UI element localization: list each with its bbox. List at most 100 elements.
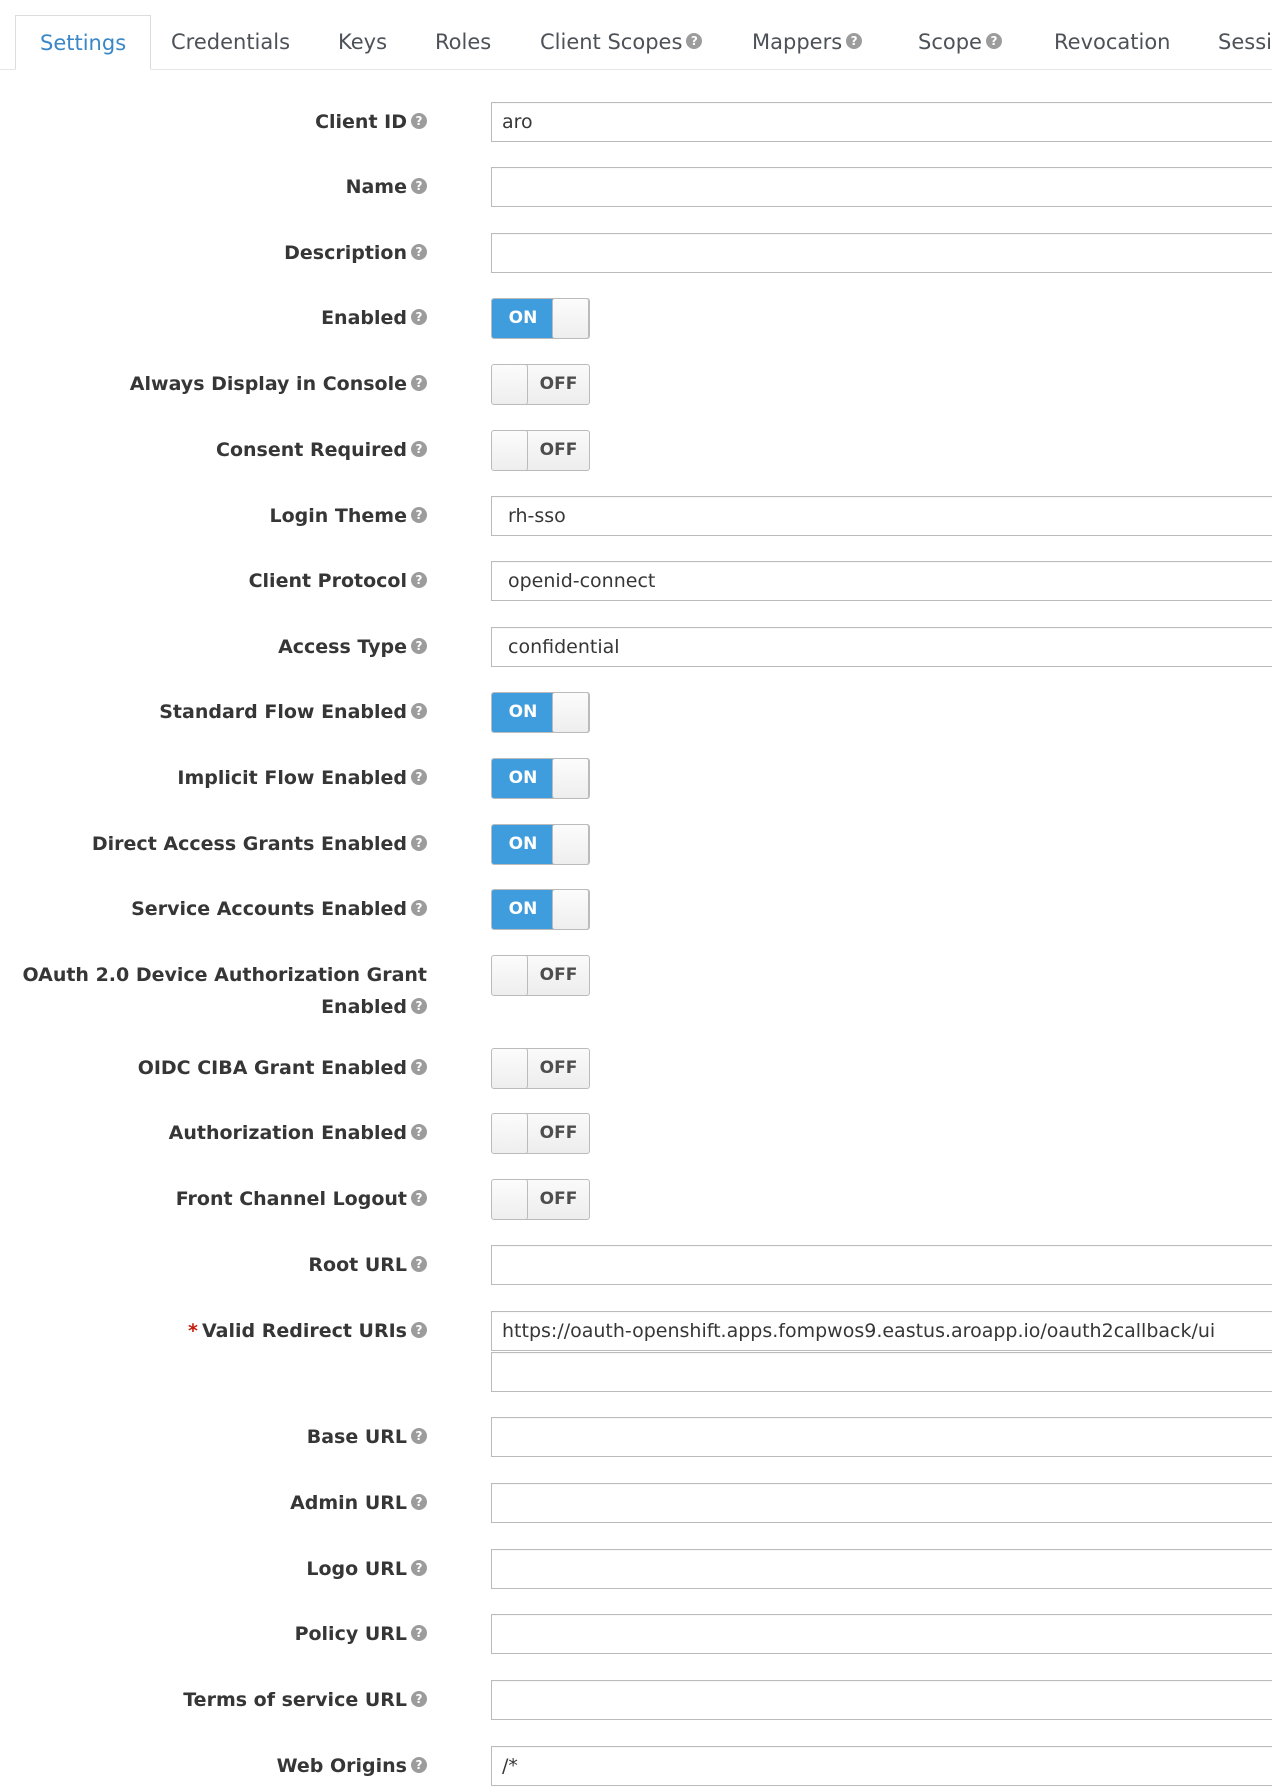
question-circle-icon[interactable]: ? [411,308,427,325]
question-circle-icon[interactable]: ? [411,637,427,654]
field-label: Direct Access Grants Enabled? [92,828,427,860]
toggle-knob [492,431,528,470]
oauth-device-toggle[interactable]: OFF [491,955,590,996]
toggle-on-label: ON [492,693,554,732]
always-display-toggle[interactable]: OFF [491,364,590,405]
question-circle-icon[interactable]: ? [411,1624,427,1641]
question-circle-icon[interactable]: ? [411,177,427,194]
tab-settings[interactable]: Settings [15,15,152,70]
question-circle-icon[interactable]: ? [411,1321,427,1338]
tab-label: Settings [40,31,127,55]
tab-credentials[interactable]: Credentials [171,15,290,69]
toggle-knob [552,759,589,798]
question-circle-icon[interactable]: ? [411,1123,427,1140]
client-protocol-select[interactable]: openid-connect [491,561,1272,601]
field-label: Access Type? [278,631,427,663]
consent-required-toggle[interactable]: OFF [491,430,590,471]
enabled-toggle[interactable]: ON [491,298,590,339]
question-circle-icon[interactable]: ? [411,506,427,523]
toggle-knob [492,365,528,404]
description-input[interactable] [491,233,1272,273]
toggle-knob [552,890,589,929]
tab-sessions[interactable]: Sessions [1218,15,1272,69]
question-circle-icon[interactable]: ? [411,1427,427,1444]
tab-label: Scope [918,30,982,54]
redirect-uri-input-new[interactable] [491,1352,1272,1392]
question-circle-icon[interactable]: ? [411,834,427,851]
field-label: Standard Flow Enabled? [159,696,427,728]
authorization-toggle[interactable]: OFF [491,1113,590,1154]
question-circle-icon[interactable]: ? [411,243,427,260]
field-label: Terms of service URL? [183,1684,427,1716]
question-circle-icon[interactable]: ? [686,33,703,49]
question-circle-icon[interactable]: ? [411,374,427,391]
standard-flow-toggle[interactable]: ON [491,692,590,733]
question-circle-icon[interactable]: ? [411,1690,427,1707]
toggle-knob [552,693,589,732]
logo-url-input[interactable] [491,1549,1272,1589]
toggle-off-label: OFF [539,1123,578,1143]
field-label: Root URL? [308,1249,427,1281]
web-origins-input[interactable]: /* [491,1746,1272,1786]
tab-label: Sessions [1218,30,1272,54]
toggle-knob [492,956,528,995]
field-label: Service Accounts Enabled? [131,893,427,925]
question-circle-icon[interactable]: ? [411,899,427,916]
tos-url-input[interactable] [491,1680,1272,1720]
question-circle-icon[interactable]: ? [411,440,427,457]
tab-label: Credentials [171,30,291,54]
question-circle-icon[interactable]: ? [411,997,427,1014]
tab-label: Client Scopes [540,30,683,54]
tab-label: Revocation [1054,30,1171,54]
client-id-input[interactable]: aro [491,102,1272,142]
field-label: * Valid Redirect URIs? [188,1315,427,1347]
toggle-off-label: OFF [539,374,578,394]
root-url-input[interactable] [491,1245,1272,1285]
question-circle-icon[interactable]: ? [411,702,427,719]
tab-roles[interactable]: Roles [435,15,491,69]
question-circle-icon[interactable]: ? [411,112,427,129]
toggle-knob [492,1180,528,1219]
field-label: Enabled? [321,991,427,1023]
tab-keys[interactable]: Keys [338,15,387,69]
direct-access-toggle[interactable]: ON [491,824,590,865]
question-circle-icon[interactable]: ? [411,1756,427,1773]
tab-bar: Settings Credentials Keys Roles Client S… [0,0,1272,70]
question-circle-icon[interactable]: ? [846,33,863,49]
name-input[interactable] [491,167,1272,207]
question-circle-icon[interactable]: ? [411,1189,427,1206]
redirect-uri-input[interactable]: https://oauth-openshift.apps.fompwos9.ea… [491,1311,1272,1351]
tab-scope[interactable]: Scope? [918,15,1002,69]
field-label: Consent Required? [216,434,427,466]
field-label: Client Protocol? [249,565,427,597]
question-circle-icon[interactable]: ? [411,1255,427,1272]
tab-mappers[interactable]: Mappers? [752,15,863,69]
field-label: Logo URL? [306,1553,427,1585]
oidc-ciba-toggle[interactable]: OFF [491,1048,590,1089]
field-label: OIDC CIBA Grant Enabled? [138,1052,427,1084]
tab-revocation[interactable]: Revocation [1054,15,1170,69]
policy-url-input[interactable] [491,1614,1272,1654]
base-url-input[interactable] [491,1417,1272,1457]
admin-url-input[interactable] [491,1483,1272,1523]
question-circle-icon[interactable]: ? [411,1058,427,1075]
toggle-knob [552,825,589,864]
question-circle-icon[interactable]: ? [411,571,427,588]
field-label: Authorization Enabled? [169,1117,427,1149]
tab-client-scopes[interactable]: Client Scopes? [540,15,703,69]
question-circle-icon[interactable]: ? [411,1559,427,1576]
toggle-on-label: ON [492,825,554,864]
question-circle-icon[interactable]: ? [985,33,1002,49]
service-accounts-toggle[interactable]: ON [491,889,590,930]
front-channel-logout-toggle[interactable]: OFF [491,1179,590,1220]
implicit-flow-toggle[interactable]: ON [491,758,590,799]
toggle-on-label: ON [492,759,554,798]
question-circle-icon[interactable]: ? [411,1493,427,1510]
login-theme-select[interactable]: rh-sso [491,496,1272,536]
field-label: OAuth 2.0 Device Authorization Grant [22,964,427,986]
question-circle-icon[interactable]: ? [411,768,427,785]
access-type-select[interactable]: confidential [491,627,1272,667]
toggle-off-label: OFF [539,1058,578,1078]
tab-label: Keys [338,30,388,54]
toggle-on-label: ON [492,299,554,338]
